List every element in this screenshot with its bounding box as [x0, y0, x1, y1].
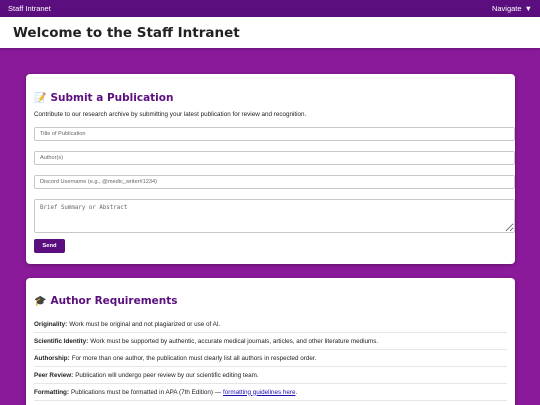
title-input[interactable] [34, 127, 515, 141]
page-header: Welcome to the Staff Intranet [0, 17, 540, 48]
formatting-guidelines-link[interactable]: formatting guidelines here [223, 389, 295, 396]
authors-input[interactable] [34, 151, 515, 165]
author-requirements-title: Author Requirements [50, 295, 178, 307]
requirement-text: Publication will undergo peer review by … [75, 371, 259, 379]
submit-publication-intro: Contribute to our research archive by su… [34, 111, 307, 118]
requirement-formatting: Formatting: Publications must be formatt… [34, 384, 507, 401]
requirement-label: Formatting: [34, 388, 69, 396]
author-requirements-card: 🎓 Author Requirements Originality: Work … [26, 278, 515, 405]
send-button[interactable]: Send [34, 239, 65, 253]
submit-publication-card: 📝 Submit a Publication Contribute to our… [26, 74, 515, 264]
requirement-label: Scientific Identity: [34, 337, 89, 345]
requirement-text: Work must be supported by authentic, acc… [90, 337, 379, 345]
requirement-scientific-identity: Scientific Identity: Work must be suppor… [34, 333, 507, 350]
navigate-label: Navigate [491, 4, 522, 13]
page-title: Welcome to the Staff Intranet [13, 24, 240, 41]
brand-label[interactable]: Staff Intranet [8, 4, 51, 13]
requirement-label: Originality: [34, 320, 68, 328]
memo-icon: 📝 [34, 92, 47, 104]
requirement-label: Peer Review: [34, 371, 74, 379]
requirements-list: Originality: Work must be original and n… [34, 316, 507, 401]
chevron-down-icon: ▼ [524, 4, 532, 13]
requirement-text: Work must be original and not plagiarize… [69, 320, 221, 328]
author-requirements-heading: 🎓 Author Requirements [34, 295, 507, 307]
requirement-authorship: Authorship: For more than one author, th… [34, 350, 507, 367]
requirement-originality: Originality: Work must be original and n… [34, 316, 507, 333]
requirement-text-end: . [295, 388, 298, 396]
top-navbar: Staff Intranet Navigate ▼ [0, 0, 540, 17]
summary-textarea[interactable] [34, 199, 515, 233]
submit-publication-title: Submit a Publication [50, 92, 174, 104]
requirement-text: Publications must be formatted in APA (7… [70, 388, 222, 396]
discord-username-input[interactable] [34, 175, 515, 189]
requirement-label: Authorship: [34, 354, 70, 362]
navigate-menu-button[interactable]: Navigate ▼ [492, 4, 532, 13]
requirement-text: For more than one author, the publicatio… [71, 354, 317, 362]
graduation-cap-icon: 🎓 [34, 295, 47, 307]
submit-publication-heading: 📝 Submit a Publication [34, 92, 507, 104]
requirement-peer-review: Peer Review: Publication will undergo pe… [34, 367, 507, 384]
